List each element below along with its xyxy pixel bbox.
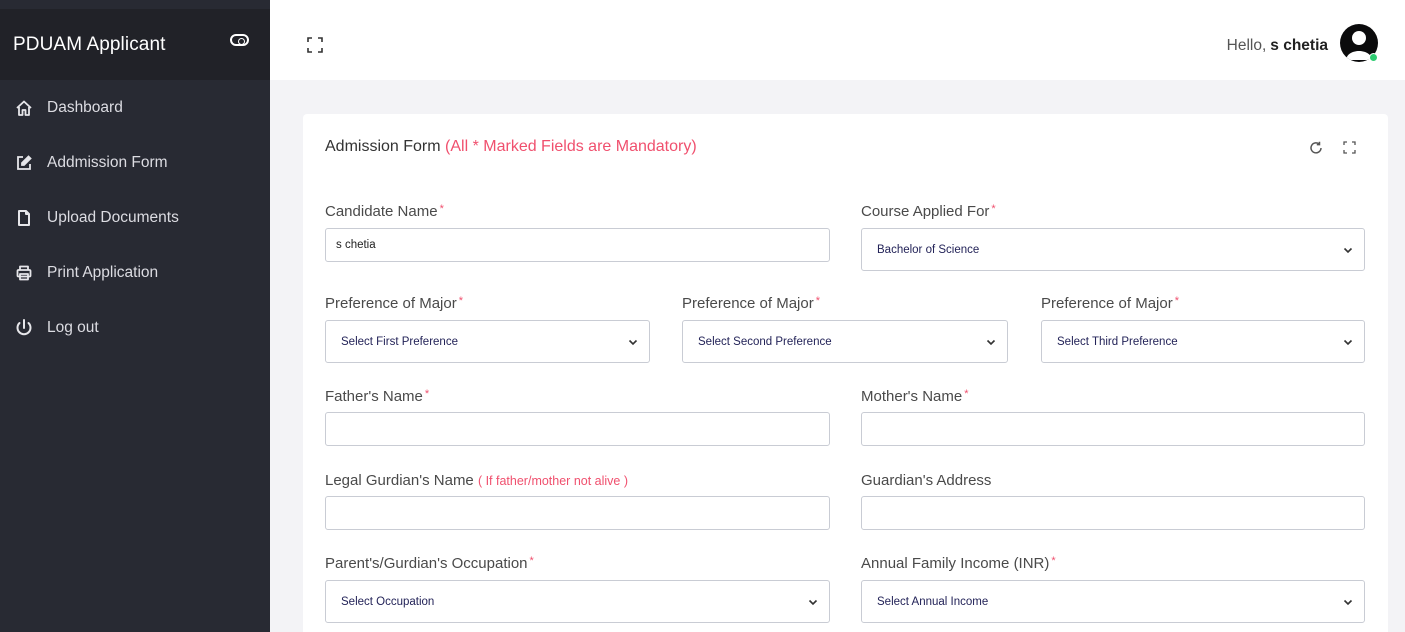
username: s chetia [1270,37,1328,54]
income-label: Annual Family Income (INR) * [861,555,1056,572]
sidebar-item-dashboard[interactable]: Dashboard [0,80,270,135]
sidebar-header: PDUAM Applicant [0,9,270,80]
income-select[interactable]: Select Annual Income [861,580,1365,623]
candidate-name-input[interactable]: s chetia [325,228,830,262]
sidebar-nav: Dashboard Addmission Form Upload Documen… [0,80,270,355]
course-select[interactable]: Bachelor of Science [861,228,1365,271]
chevron-down-icon [1343,597,1353,607]
major1-label: Preference of Major * [325,295,463,312]
occupation-label: Parent's/Gurdian's Occupation * [325,555,534,572]
required-mark: * [1174,295,1180,307]
occupation-label-text: Parent's/Gurdian's Occupation [325,555,528,572]
brand-title: PDUAM Applicant [13,33,166,55]
guardian-name-label: Legal Gurdian's Name ( If father/mother … [325,472,628,489]
candidate-name-value: s chetia [336,239,376,251]
sidebar-item-log-out[interactable]: Log out [0,300,270,355]
chevron-down-icon [808,597,818,607]
occupation-select[interactable]: Select Occupation [325,580,830,623]
fullscreen-icon[interactable] [306,36,324,54]
required-mark: * [815,295,821,307]
father-name-input[interactable] [325,412,830,446]
power-icon [14,318,34,338]
guardian-name-note: ( If father/mother not alive ) [477,474,629,488]
guardian-name-input[interactable] [325,496,830,530]
guardian-address-input[interactable] [861,496,1365,530]
chevron-down-icon [1343,337,1353,347]
admission-form-card: Admission Form (All * Marked Fields are … [303,114,1388,632]
chevron-down-icon [1343,245,1353,255]
major1-select[interactable]: Select First Preference [325,320,650,363]
top-header: Hello, s chetia [270,9,1405,80]
header-top-strip [270,0,1405,9]
required-mark: * [529,555,534,567]
income-label-text: Annual Family Income (INR) [861,555,1050,572]
course-select-value: Bachelor of Science [877,243,980,256]
occupation-select-value: Select Occupation [341,595,435,608]
required-mark: * [424,388,430,400]
course-label-text: Course Applied For [861,203,990,220]
major2-select[interactable]: Select Second Preference [682,320,1008,363]
sidebar-item-label: Dashboard [47,98,123,116]
major3-select-value: Select Third Preference [1057,335,1178,348]
major1-label-text: Preference of Major [325,295,457,312]
father-name-label: Father's Name * [325,388,429,405]
major3-label: Preference of Major * [1041,295,1179,312]
required-mark: * [458,295,464,307]
required-mark: * [1051,555,1056,567]
edit-icon [14,153,34,173]
father-name-label-text: Father's Name [325,388,423,405]
chevron-down-icon [628,337,638,347]
income-select-value: Select Annual Income [877,595,989,608]
sidebar-toggle-icon[interactable] [230,34,249,46]
sidebar-item-admission-form[interactable]: Addmission Form [0,135,270,190]
user-greeting: Hello, s chetia [1227,37,1328,55]
required-mark: * [964,388,969,400]
candidate-name-label: Candidate Name * [325,203,444,220]
sidebar: PDUAM Applicant Dashboard Addmission For… [0,0,270,632]
card-title: Admission Form (All * Marked Fields are … [325,138,697,156]
major1-select-value: Select First Preference [341,335,458,348]
sidebar-item-print-application[interactable]: Print Application [0,245,270,300]
card-fullscreen-icon[interactable] [1343,141,1356,154]
required-mark: * [439,203,444,215]
online-status-dot [1369,53,1378,62]
course-label: Course Applied For * [861,203,996,220]
guardian-address-label-text: Guardian's Address [861,472,992,489]
file-icon [14,208,34,228]
sidebar-item-label: Print Application [47,263,159,281]
major2-select-value: Select Second Preference [698,335,832,348]
major2-label: Preference of Major * [682,295,820,312]
major3-select[interactable]: Select Third Preference [1041,320,1365,363]
sidebar-item-label: Addmission Form [47,153,168,171]
refresh-icon[interactable] [1309,141,1323,155]
sidebar-item-label: Log out [47,318,99,336]
sidebar-item-upload-documents[interactable]: Upload Documents [0,190,270,245]
home-icon [14,98,34,118]
mother-name-label-text: Mother's Name [861,388,963,405]
mother-name-label: Mother's Name * [861,388,969,405]
mandatory-note: (All * Marked Fields are Mandatory) [445,138,697,155]
printer-icon [14,263,34,283]
major2-label-text: Preference of Major [682,295,814,312]
required-mark: * [991,203,996,215]
chevron-down-icon [986,337,996,347]
major3-label-text: Preference of Major [1041,295,1173,312]
guardian-address-label: Guardian's Address [861,472,991,489]
candidate-name-label-text: Candidate Name [325,203,438,220]
guardian-name-label-text: Legal Gurdian's Name [325,472,474,489]
mother-name-input[interactable] [861,412,1365,446]
form-title: Admission Form [325,138,441,155]
greeting-text: Hello, [1226,37,1267,54]
sidebar-item-label: Upload Documents [47,208,179,226]
